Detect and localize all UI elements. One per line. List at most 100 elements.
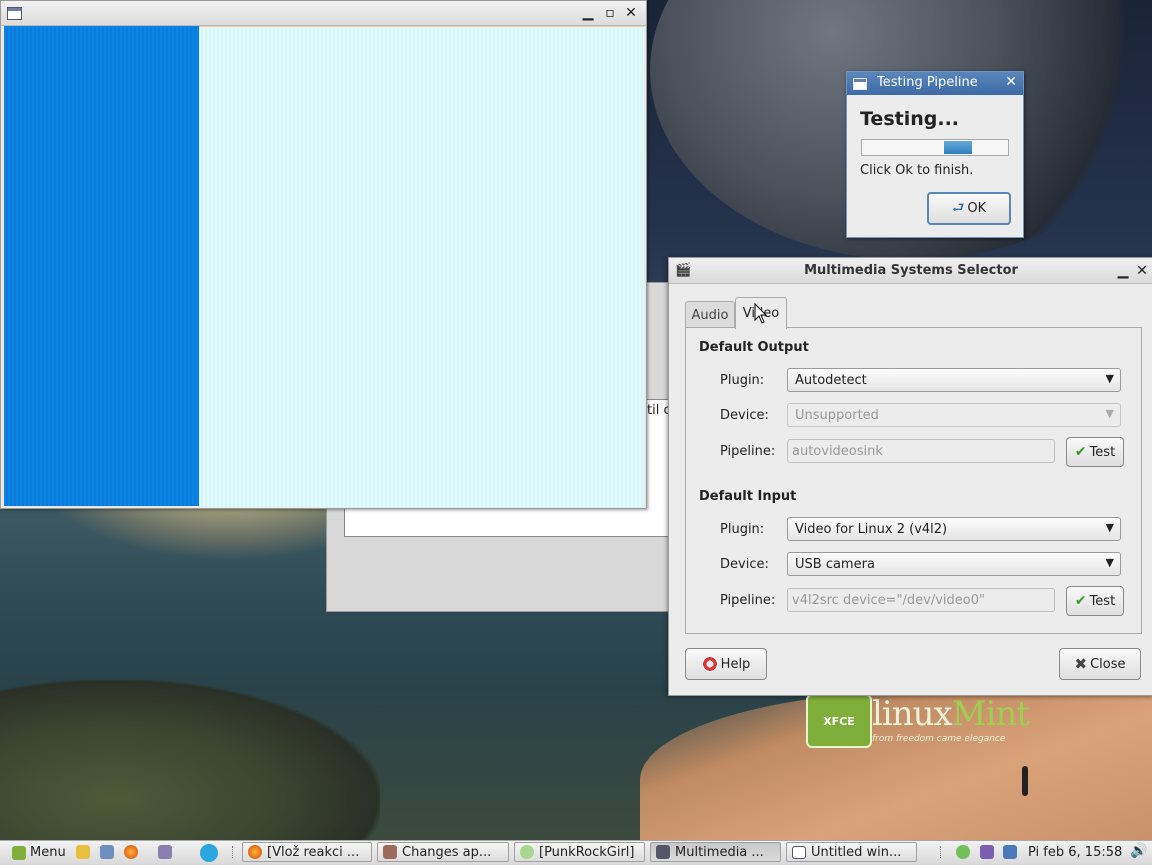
video-preview-area <box>4 26 644 507</box>
xfce-badge: XFCE <box>806 694 872 748</box>
checkmark-icon: ✔ <box>1074 444 1087 460</box>
output-device-value: Unsupported <box>795 407 879 423</box>
progress-bar-fill <box>944 141 972 154</box>
task-label: Untitled win... <box>811 844 902 860</box>
testing-message: Click Ok to finish. <box>860 163 974 178</box>
testing-heading: Testing... <box>860 108 960 130</box>
taskbar-separator <box>940 846 943 858</box>
wallpaper-rocks <box>0 680 380 840</box>
window-icon <box>853 78 867 90</box>
output-pipeline-value: autovideosink <box>792 443 883 459</box>
lifebuoy-icon <box>701 656 718 672</box>
task-label: Changes ap... <box>402 844 492 860</box>
multimedia-window-titlebar[interactable]: 🎬 Multimedia Systems Selector ▁ ✕ <box>669 258 1152 284</box>
menu-button-label: Menu <box>30 845 66 860</box>
file-manager-icon[interactable] <box>100 845 114 859</box>
taskbar-separator <box>232 846 235 858</box>
testing-dialog-titlebar[interactable]: Testing Pipeline ✕ <box>847 72 1023 95</box>
logo-tagline: from freedom came elegance <box>872 734 1006 744</box>
mint-menu-icon <box>12 845 26 860</box>
logo-wordmark: linuxMint <box>872 694 1030 734</box>
default-output-heading: Default Output <box>699 340 809 355</box>
update-manager-icon[interactable] <box>980 845 994 859</box>
output-plugin-select[interactable]: Autodetect ▼ <box>787 368 1121 392</box>
close-button[interactable]: ✖ Close <box>1059 648 1141 680</box>
input-plugin-value: Video for Linux 2 (v4l2) <box>795 521 948 537</box>
ok-button[interactable]: ⮐ OK <box>927 192 1011 225</box>
task-changes[interactable]: Changes ap... <box>377 842 509 862</box>
close-icon[interactable]: ✕ <box>622 4 640 22</box>
output-device-select: Unsupported ▼ <box>787 403 1121 427</box>
input-test-button[interactable]: ✔ Test <box>1066 586 1124 616</box>
multimedia-window-title: Multimedia Systems Selector <box>804 263 1018 278</box>
tab-audio-label: Audio <box>691 307 729 323</box>
testing-dialog-title: Testing Pipeline <box>877 75 978 90</box>
linux-mint-logo: XFCE linuxMint from freedom came eleganc… <box>806 694 1030 748</box>
output-test-label: Test <box>1089 444 1116 460</box>
mouse-cursor-icon <box>754 303 768 324</box>
default-input-heading: Default Input <box>699 489 797 504</box>
input-plugin-select[interactable]: Video for Linux 2 (v4l2) ▼ <box>787 517 1121 541</box>
maximize-icon[interactable]: ▫ <box>601 4 619 22</box>
help-button[interactable]: Help <box>685 648 767 680</box>
checkmark-icon: ✔ <box>1074 593 1087 609</box>
multimedia-icon <box>656 845 670 859</box>
skype-icon[interactable] <box>200 844 218 862</box>
settings-icon <box>383 845 397 859</box>
dropdown-arrow-icon: ▼ <box>1105 556 1114 569</box>
clock[interactable]: Pi feb 6, 15:58 <box>1028 845 1122 860</box>
input-device-label: Device: <box>720 557 769 572</box>
progress-bar <box>861 139 1009 156</box>
task-punkrockgirl[interactable]: [PunkRockGirl] <box>514 842 645 862</box>
help-button-label: Help <box>720 656 751 672</box>
task-label: [Vlož reakci ... <box>267 844 360 860</box>
dropdown-arrow-icon: ▼ <box>1105 407 1114 420</box>
window-icon <box>792 845 806 859</box>
task-vloz-reakci[interactable]: [Vlož reakci ... <box>242 842 372 862</box>
video-tab-panel: Default Output Plugin: Autodetect ▼ Devi… <box>685 327 1142 634</box>
task-untitled-window[interactable]: Untitled win... <box>786 842 917 862</box>
task-label: Multimedia ... <box>675 844 764 860</box>
preview-blue-region <box>4 26 199 506</box>
input-plugin-label: Plugin: <box>720 522 765 537</box>
firefox-icon[interactable] <box>124 845 138 859</box>
enter-arrow-icon: ⮐ <box>951 199 965 216</box>
untitled-window-titlebar[interactable]: ▁ ▫ ✕ <box>1 1 646 26</box>
input-test-label: Test <box>1089 593 1116 609</box>
input-pipeline-value: v4l2src device="/dev/video0" <box>792 592 985 608</box>
menu-button[interactable]: Menu <box>12 842 66 863</box>
output-pipeline-field: autovideosink <box>787 439 1055 463</box>
tab-audio[interactable]: Audio <box>685 301 735 328</box>
volume-icon[interactable]: 🔊 <box>1130 843 1147 859</box>
taskbar: Menu [Vlož reakci ... Changes ap... [Pun… <box>0 840 1152 865</box>
minimize-icon[interactable]: ▁ <box>579 4 597 22</box>
firefox-icon <box>248 845 262 859</box>
input-device-select[interactable]: USB camera ▼ <box>787 552 1121 576</box>
input-device-value: USB camera <box>795 556 875 572</box>
output-plugin-value: Autodetect <box>795 372 867 388</box>
input-pipeline-field: v4l2src device="/dev/video0" <box>787 588 1055 612</box>
task-label: [PunkRockGirl] <box>539 844 635 860</box>
untitled-window[interactable]: ▁ ▫ ✕ <box>0 0 647 509</box>
display-icon[interactable] <box>1003 845 1017 859</box>
close-icon: ✖ <box>1074 655 1088 673</box>
close-icon[interactable]: ✕ <box>1005 74 1017 90</box>
task-multimedia[interactable]: Multimedia ... <box>650 842 781 862</box>
output-test-button[interactable]: ✔ Test <box>1066 437 1124 467</box>
ok-button-label: OK <box>967 201 987 216</box>
input-pipeline-label: Pipeline: <box>720 593 776 608</box>
multimedia-systems-selector-window[interactable]: 🎬 Multimedia Systems Selector ▁ ✕ Audio … <box>668 257 1152 696</box>
text-editor-icon[interactable] <box>76 845 90 859</box>
network-status-icon[interactable] <box>956 845 970 859</box>
preview-cyan-region <box>199 26 644 507</box>
testing-pipeline-dialog[interactable]: Testing Pipeline ✕ Testing... Click Ok t… <box>846 71 1024 238</box>
pidgin-icon <box>520 845 534 859</box>
window-icon <box>7 7 22 20</box>
pidgin-icon[interactable] <box>158 845 172 859</box>
dropdown-arrow-icon: ▼ <box>1105 521 1114 534</box>
minimize-icon[interactable]: ▁ <box>1114 262 1132 280</box>
output-device-label: Device: <box>720 408 769 423</box>
output-pipeline-label: Pipeline: <box>720 444 776 459</box>
wallpaper-figure <box>1022 766 1028 796</box>
close-icon[interactable]: ✕ <box>1133 262 1151 280</box>
